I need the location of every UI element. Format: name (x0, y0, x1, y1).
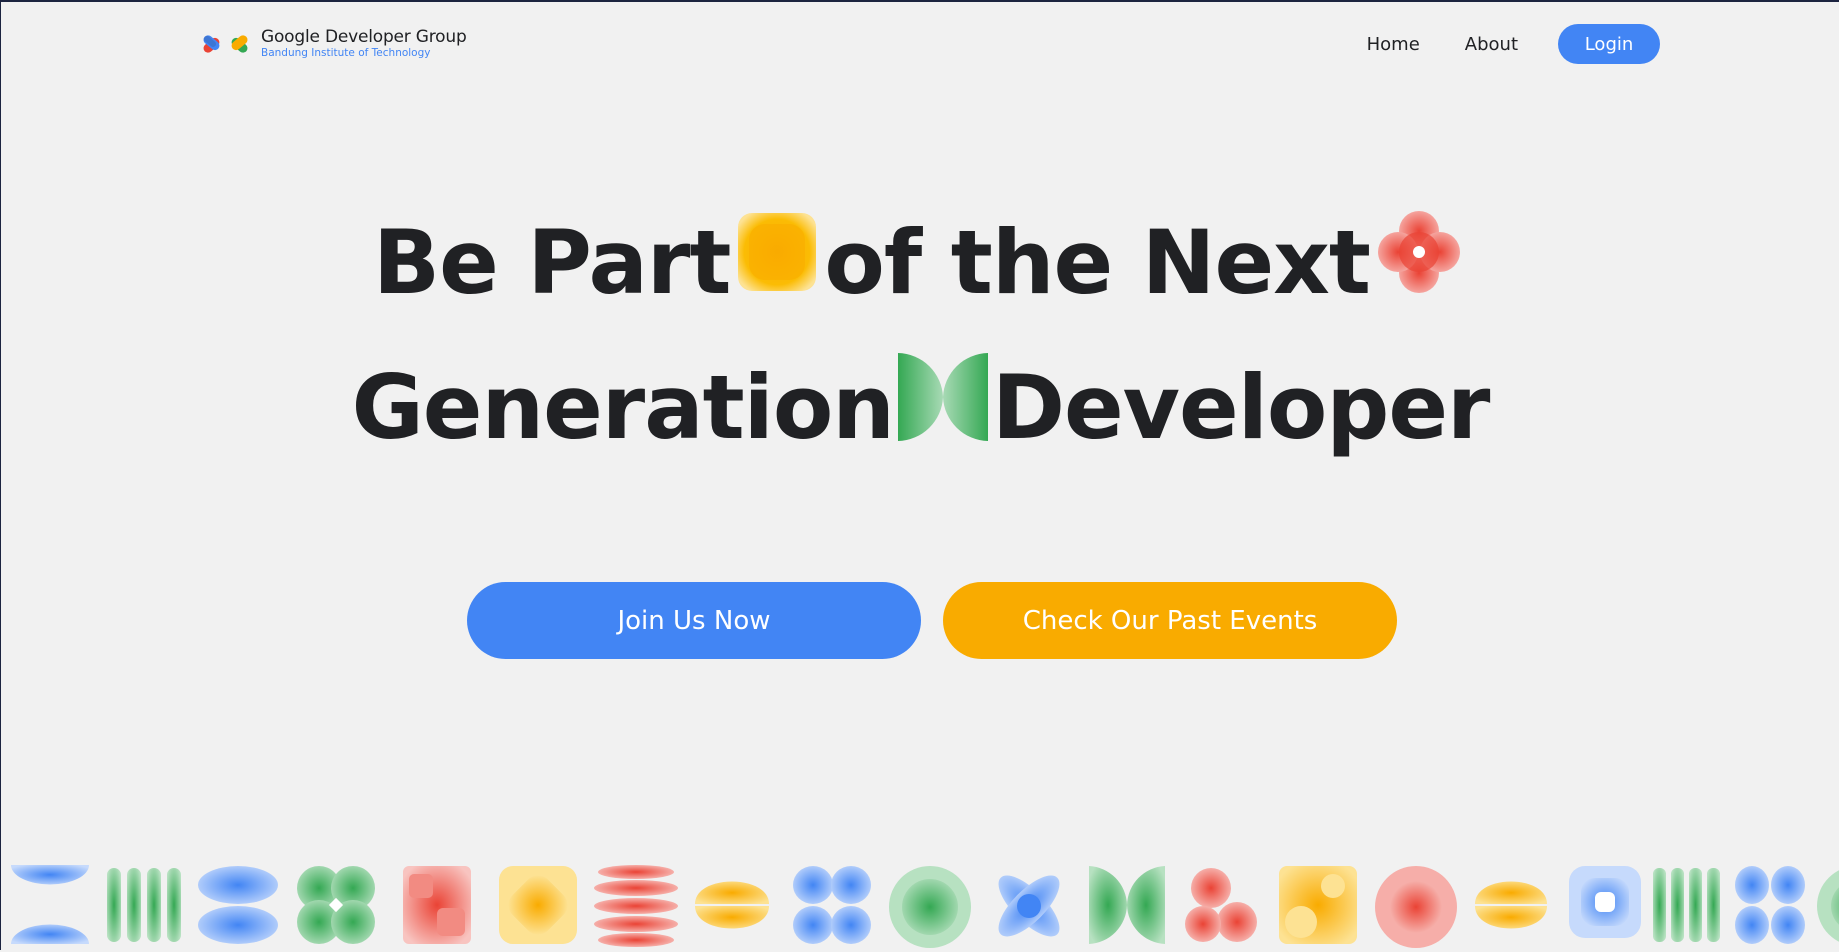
petal-cross-icon (998, 875, 1060, 937)
circle-icon (1817, 870, 1839, 942)
decorative-shape-strip (1, 860, 1839, 952)
four-circles-icon (1735, 866, 1805, 944)
clover-icon (297, 866, 375, 944)
square-dots-icon (1279, 866, 1357, 944)
ellipses-icon (198, 866, 278, 944)
rounded-diamond-icon (499, 866, 577, 944)
hero-headline-line-2: Generation Developer (1, 352, 1839, 459)
brand-title: Google Developer Group (261, 27, 467, 47)
bowtie-icon (1089, 866, 1165, 944)
main-nav: Home About Login (1367, 24, 1660, 64)
login-button[interactable]: Login (1558, 24, 1660, 64)
gdg-logo-icon (203, 35, 248, 53)
nav-about-link[interactable]: About (1465, 34, 1518, 55)
blob-icon (1185, 868, 1257, 942)
vertical-bars-icon (107, 868, 181, 942)
squares-icon (403, 866, 471, 944)
hero-text-generation: Generation (351, 355, 895, 459)
hero-headline-line-1: Be Part of the Next (1, 210, 1839, 314)
ellipses-icon (1475, 881, 1547, 929)
vertical-bars-icon (1653, 868, 1720, 942)
hero-text-developer: Developer (991, 355, 1490, 459)
yellow-tile-icon (736, 211, 818, 314)
green-bowtie-icon (896, 351, 990, 464)
ellipses-icon (695, 881, 769, 929)
brand-subtitle: Bandung Institute of Technology (261, 47, 431, 59)
rounded-square-ring-icon (1569, 866, 1641, 938)
nav-home-link[interactable]: Home (1367, 34, 1420, 55)
hero-text-of-the-next: of the Next (824, 210, 1371, 314)
ring-circle-icon (1375, 866, 1457, 948)
stacked-pills-icon (594, 865, 678, 947)
check-past-events-button[interactable]: Check Our Past Events (943, 582, 1397, 659)
brand-text: Google Developer Group Bandung Institute… (261, 28, 467, 60)
ring-circle-icon (889, 866, 971, 948)
hero-text-be-part: Be Part (373, 210, 731, 314)
join-us-now-button[interactable]: Join Us Now (467, 582, 921, 659)
red-flower-icon (1376, 209, 1462, 316)
four-circles-icon (793, 866, 871, 944)
site-header: Google Developer Group Bandung Institute… (1, 2, 1839, 92)
half-circles-icon (11, 865, 89, 944)
brand-logo[interactable]: Google Developer Group Bandung Institute… (201, 28, 467, 60)
